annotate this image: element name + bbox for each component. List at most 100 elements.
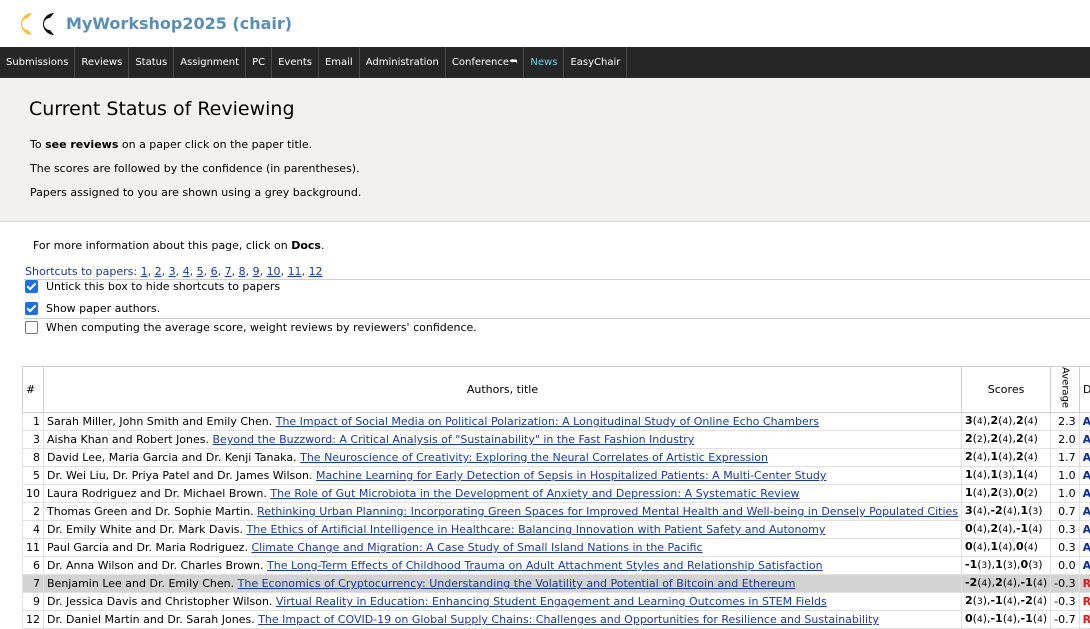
paper-title-link[interactable]: Beyond the Buzzword: A Critical Analysis… <box>213 433 695 446</box>
confidence-value: 4 <box>1002 417 1008 427</box>
paper-number: 6 <box>23 557 44 575</box>
menu-item-status[interactable]: Status <box>129 47 174 78</box>
divider <box>24 318 1090 319</box>
app-title[interactable]: MyWorkshop2025 (chair) <box>66 14 292 33</box>
paper-authors: Aisha Khan and Robert Jones. <box>47 433 209 446</box>
shortcut-link-12[interactable]: 12 <box>309 265 323 278</box>
menu-item-administration[interactable]: Administration <box>360 47 446 78</box>
shortcut-link-3[interactable]: 3 <box>169 265 176 278</box>
main-menu: SubmissionsReviewsStatusAssignmentPCEven… <box>0 47 1090 78</box>
decision-badge: ACCEPT <box>1079 449 1090 467</box>
score-value: 3 <box>965 414 973 427</box>
paper-authors-title: Thomas Green and Dr. Sophie Martin. Reth… <box>44 503 962 521</box>
average-score: 0.7 <box>1051 503 1079 521</box>
paper-number: 2 <box>23 503 44 521</box>
table-row: 7Benjamin Lee and Dr. Emily Chen. The Ec… <box>23 575 1090 593</box>
paper-shortcuts: Shortcuts to papers: 1, 2, 3, 4, 5, 6, 7… <box>25 265 323 278</box>
status-intro: Current Status of Reviewing To see revie… <box>0 78 1090 222</box>
score-value: 2 <box>965 594 973 607</box>
confidence-value: 4 <box>977 417 983 427</box>
decision-badge: ACCEPT <box>1079 431 1090 449</box>
decision-badge: REJECT <box>1079 593 1090 611</box>
menu-item-events[interactable]: Events <box>272 47 319 78</box>
average-score: -0.3 <box>1051 575 1079 593</box>
paper-authors: Paul Garcia and Dr. Maria Rodriguez. <box>47 541 248 554</box>
menu-item-assignment[interactable]: Assignment <box>174 47 246 78</box>
paper-title-link[interactable]: The Economics of Cryptocurrency: Underst… <box>238 577 796 590</box>
score-value: 1 <box>990 450 998 463</box>
menu-item-conference[interactable]: Conference⮪ <box>446 47 525 78</box>
table-row: 12Dr. Daniel Martin and Dr. Sarah Jones.… <box>23 611 1090 629</box>
menu-item-news[interactable]: News <box>524 47 564 78</box>
menu-item-submissions[interactable]: Submissions <box>0 47 75 78</box>
menu-item-easychair[interactable]: EasyChair <box>564 47 627 78</box>
decision-badge: ACCEPT <box>1079 521 1090 539</box>
paper-title-link[interactable]: The Neuroscience of Creativity: Explorin… <box>300 451 768 464</box>
col-header-average: Average <box>1051 367 1079 413</box>
average-score: 2.0 <box>1051 431 1079 449</box>
average-score: 0.3 <box>1051 521 1079 539</box>
shortcut-link-5[interactable]: 5 <box>197 265 204 278</box>
shortcut-link-1[interactable]: 1 <box>141 265 148 278</box>
menu-item-pc[interactable]: PC <box>246 47 272 78</box>
paper-title-link[interactable]: The Impact of COVID-19 on Global Supply … <box>258 613 879 626</box>
score-value: 1 <box>965 486 973 499</box>
show-authors-label: Show paper authors. <box>46 302 160 315</box>
info-scores: The scores are followed by the confidenc… <box>30 162 360 175</box>
shortcut-link-7[interactable]: 7 <box>225 265 232 278</box>
paper-title-link[interactable]: The Ethics of Artificial Intelligence in… <box>247 523 826 536</box>
confidence-value: 4 <box>1037 597 1043 607</box>
average-score: 0.3 <box>1051 539 1079 557</box>
score-value: -1 <box>990 594 1002 607</box>
shortcut-link-11[interactable]: 11 <box>288 265 302 278</box>
confidence-value: 4 <box>1002 453 1008 463</box>
confidence-value: 2 <box>1028 489 1034 499</box>
paper-title-link[interactable]: Rethinking Urban Planning: Incorporating… <box>257 505 958 518</box>
confidence-value: 4 <box>1007 579 1013 589</box>
paper-title-link[interactable]: Machine Learning for Early Detection of … <box>316 469 826 482</box>
score-value: -1 <box>1021 612 1033 625</box>
average-score: 1.7 <box>1051 449 1079 467</box>
paper-title-link[interactable]: Climate Change and Migration: A Case Stu… <box>251 541 702 554</box>
docs-info: For more information about this page, cl… <box>33 239 324 252</box>
docs-link[interactable]: Docs <box>291 239 321 252</box>
confidence-value: 2 <box>977 435 983 445</box>
hide-shortcuts-checkbox[interactable] <box>25 280 38 293</box>
paper-number: 1 <box>23 413 44 431</box>
confidence-value: 4 <box>1007 615 1013 625</box>
paper-title-link[interactable]: Virtual Reality in Education: Enhancing … <box>276 595 827 608</box>
paper-title-link[interactable]: The Long-Term Effects of Childhood Traum… <box>267 559 823 572</box>
shortcut-link-2[interactable]: 2 <box>155 265 162 278</box>
shortcut-link-4[interactable]: 4 <box>183 265 190 278</box>
confidence-value: 4 <box>1033 525 1039 535</box>
menu-item-reviews[interactable]: Reviews <box>75 47 129 78</box>
weight-reviews-checkbox[interactable] <box>25 321 38 334</box>
confidence-value: 4 <box>1037 615 1043 625</box>
shortcut-link-6[interactable]: 6 <box>211 265 218 278</box>
paper-authors-title: Dr. Daniel Martin and Dr. Sarah Jones. T… <box>44 611 962 629</box>
table-row: 2Thomas Green and Dr. Sophie Martin. Ret… <box>23 503 1090 521</box>
shortcut-link-10[interactable]: 10 <box>267 265 281 278</box>
paper-title-link[interactable]: The Role of Gut Microbiota in the Develo… <box>270 487 799 500</box>
confidence-value: 3 <box>1002 471 1008 481</box>
shortcuts-label: Shortcuts to papers: <box>25 265 137 278</box>
decision-badge: ACCEPT <box>1079 503 1090 521</box>
average-score: 0.0 <box>1051 557 1079 575</box>
paper-scores: 3(4),2(4),2(4) <box>962 413 1051 431</box>
paper-scores: 2(2),2(4),2(4) <box>962 431 1051 449</box>
confidence-value: 3 <box>1007 561 1013 571</box>
confidence-value: 3 <box>1033 507 1039 517</box>
table-row: 11Paul Garcia and Dr. Maria Rodriguez. C… <box>23 539 1090 557</box>
col-header-title: Authors, title <box>44 367 962 413</box>
score-value: 2 <box>995 576 1003 589</box>
score-value: -1 <box>1021 576 1033 589</box>
paper-title-link[interactable]: The Impact of Social Media on Political … <box>276 415 819 428</box>
confidence-value: 4 <box>1028 453 1034 463</box>
score-value: 1 <box>1016 468 1024 481</box>
shortcut-link-9[interactable]: 9 <box>253 265 260 278</box>
show-authors-checkbox[interactable] <box>25 302 38 315</box>
easychair-logo-icon[interactable] <box>14 9 58 39</box>
shortcut-link-8[interactable]: 8 <box>239 265 246 278</box>
menu-item-email[interactable]: Email <box>319 47 360 78</box>
score-value: 2 <box>990 486 998 499</box>
